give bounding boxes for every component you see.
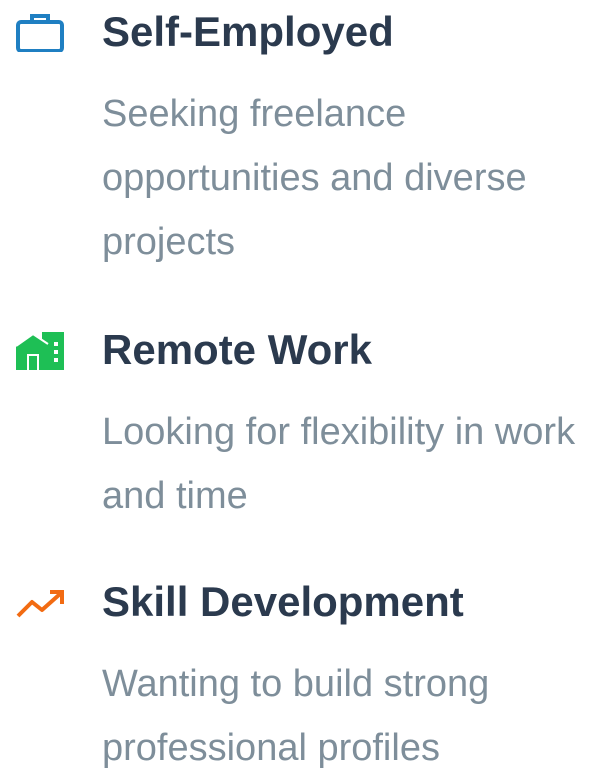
- option-remote-work[interactable]: Remote Work Looking for flexibility in w…: [0, 318, 590, 517]
- option-skill-development[interactable]: Skill Development Wanting to build stron…: [0, 570, 590, 769]
- trending-up-icon: [14, 586, 68, 626]
- briefcase-icon: [14, 12, 68, 52]
- option-title: Remote Work: [102, 326, 372, 373]
- option-title: Skill Development: [102, 578, 464, 625]
- goal-options-list: Self-Employed Seeking freelance opportun…: [0, 0, 590, 769]
- option-title: Self-Employed: [102, 8, 394, 55]
- option-header: Remote Work: [0, 318, 590, 382]
- option-self-employed[interactable]: Self-Employed Seeking freelance opportun…: [0, 0, 590, 263]
- option-description: Wanting to build strong professional pro…: [102, 663, 490, 769]
- option-description: Seeking freelance opportunities and dive…: [102, 93, 527, 263]
- option-header: Self-Employed: [0, 0, 590, 64]
- home-office-icon: [14, 330, 68, 370]
- option-description: Looking for flexibility in work and time: [102, 411, 576, 517]
- option-header: Skill Development: [0, 570, 590, 634]
